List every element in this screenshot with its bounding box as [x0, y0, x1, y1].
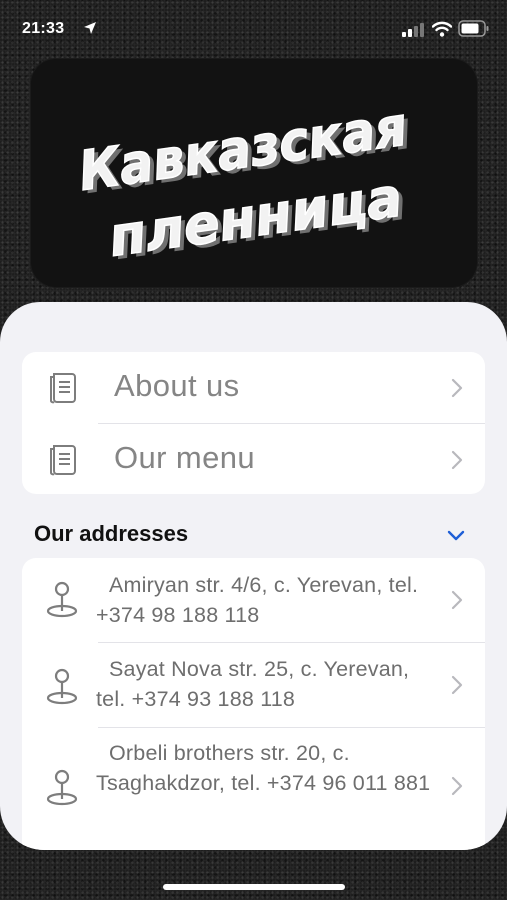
chevron-right-icon — [451, 776, 463, 796]
chevron-right-icon — [451, 675, 463, 695]
status-bar: 21:33 — [0, 0, 507, 60]
content-sheet: About us Our menu Our addresses Amiryan … — [0, 302, 507, 850]
address-text: Orbeli brothers str. 20, c. Tsaghakdzor,… — [96, 741, 431, 795]
battery-icon — [458, 20, 489, 37]
chevron-right-icon — [451, 590, 463, 610]
chevron-right-icon — [451, 378, 463, 398]
address-row-2[interactable]: Sayat Nova str. 25, c. Yerevan, tel. +37… — [22, 643, 485, 727]
map-pin-icon — [46, 581, 78, 618]
addresses-section-title: Our addresses — [34, 521, 189, 546]
location-arrow-icon — [84, 22, 96, 34]
map-pin-icon — [46, 769, 78, 806]
wifi-icon — [432, 21, 452, 37]
restaurant-logo: Кавказская Кавказская пленница пленница — [74, 94, 415, 272]
chevron-right-icon — [451, 450, 463, 470]
navigation-card: About us Our menu — [22, 352, 485, 494]
address-row-1[interactable]: Amiryan str. 4/6, c. Yerevan, tel. +374 … — [22, 558, 485, 642]
our-menu-label: Our menu — [114, 440, 256, 475]
about-us-row[interactable]: About us — [22, 352, 485, 423]
address-row-3[interactable]: Orbeli brothers str. 20, c. Tsaghakdzor,… — [22, 728, 485, 850]
restaurant-logo-card: Кавказская Кавказская пленница пленница — [30, 58, 478, 288]
document-icon — [50, 445, 76, 476]
status-time: 21:33 — [22, 20, 65, 37]
chevron-down-icon[interactable] — [446, 530, 466, 542]
address-text: Amiryan str. 4/6, c. Yerevan, tel. +374 … — [96, 573, 419, 627]
home-indicator[interactable] — [163, 884, 345, 890]
addresses-card: Amiryan str. 4/6, c. Yerevan, tel. +374 … — [22, 558, 485, 850]
about-us-label: About us — [114, 368, 240, 403]
our-menu-row[interactable]: Our menu — [22, 424, 485, 494]
document-icon — [50, 373, 76, 404]
cellular-signal-icon — [402, 23, 424, 37]
address-text: Sayat Nova str. 25, c. Yerevan, tel. +37… — [96, 657, 410, 711]
map-pin-icon — [46, 668, 78, 705]
